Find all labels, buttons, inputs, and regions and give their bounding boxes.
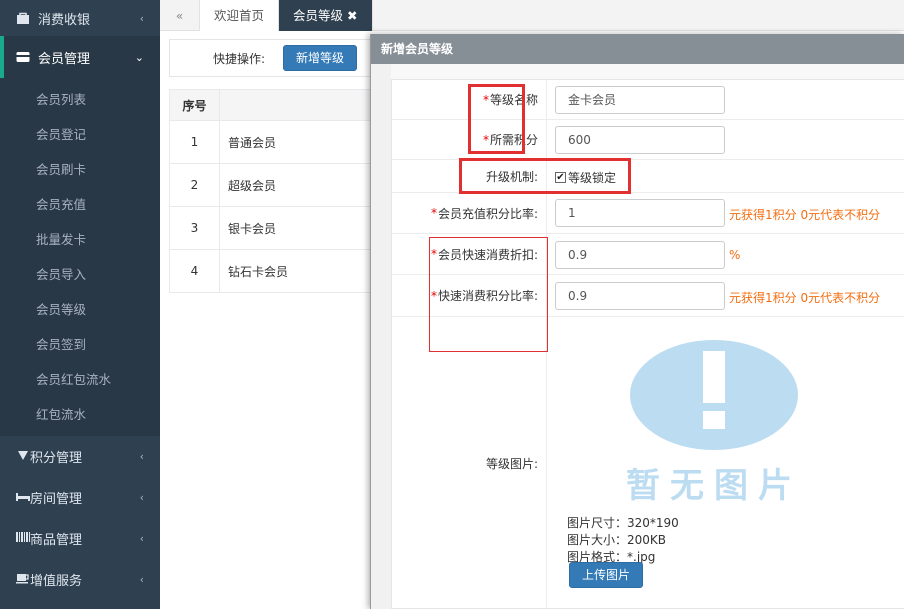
submenu-item-member-checkin[interactable]: 会员签到 [0, 327, 160, 362]
dialog-gutter [371, 64, 391, 609]
tab-label: 会员等级 [293, 8, 344, 23]
table-row[interactable]: 3 银卡会员 [169, 206, 399, 250]
bed-icon [16, 490, 30, 506]
nav-item-label: 商品管理 [30, 533, 83, 548]
coffee-icon [16, 572, 30, 588]
nav-item-value-added[interactable]: 增值服务 ‹ [0, 559, 160, 600]
form-row-image: 等级图片: 暂无图片 图片尺寸：320*190 图片大小：200KB 图片格式：… [392, 317, 904, 609]
chevron-left-icon: ‹ [139, 491, 144, 504]
form-row-recharge-ratio: * 会员充值积分比率: 1 元获得1积分 0元代表不积分 [392, 193, 904, 234]
consume-ratio-input[interactable]: 0.9 [555, 282, 725, 310]
table-row[interactable]: 2 超级会员 [169, 163, 399, 207]
column-header-no: 序号 [169, 89, 220, 121]
row-no: 3 [169, 206, 220, 250]
highlight-box [459, 158, 631, 194]
row-no: 2 [169, 163, 220, 207]
dialog-body: * 等级名称 金卡会员 * 所需积分 600 升级机制: ✔ 等级锁定 * 会员… [371, 64, 904, 609]
submenu-item-member-recharge[interactable]: 会员充值 [0, 187, 160, 222]
member-submenu: 会员列表 会员登记 会员刷卡 会员充值 批量发卡 会员导入 会员等级 会员签到 … [0, 78, 160, 436]
image-label: 等级图片: [392, 317, 547, 609]
exclamation-icon: 暂无图片 [626, 340, 802, 506]
discount-input[interactable]: 0.9 [555, 241, 725, 269]
add-level-button[interactable]: 新增等级 [283, 45, 358, 71]
submenu-item-batch-issue[interactable]: 批量发卡 [0, 222, 160, 257]
placeholder-text: 暂无图片 [626, 466, 802, 506]
tab-scroll-left-icon[interactable]: « [160, 0, 200, 31]
submenu-item-member-redpacket[interactable]: 会员红包流水 [0, 362, 160, 397]
nav-item-member[interactable]: 会员管理 ⌄ [0, 36, 160, 78]
shopping-bag-icon [16, 12, 30, 24]
recharge-ratio-label: * 会员充值积分比率: [392, 193, 547, 233]
close-icon[interactable]: ✖ [347, 8, 357, 23]
row-no: 1 [169, 120, 220, 164]
nav-item-label: 会员管理 [38, 51, 91, 67]
quick-actions-bar: 快捷操作: 新增等级 [169, 39, 399, 77]
image-filesize-info: 图片大小：200KB [567, 533, 667, 547]
nav-item-label: 消费收银 [38, 12, 91, 28]
upload-image-button[interactable]: 上传图片 [569, 562, 644, 588]
nav-item-label: 房间管理 [30, 492, 83, 507]
nav-item-rooms[interactable]: 房间管理 ‹ [0, 477, 160, 518]
recharge-ratio-hint: 元获得1积分 0元代表不积分 [729, 208, 881, 222]
submenu-item-member-level[interactable]: 会员等级 [0, 292, 160, 327]
submenu-item-member-register[interactable]: 会员登记 [0, 117, 160, 152]
chevron-left-icon: ‹ [139, 11, 144, 25]
no-image-placeholder: 暂无图片 [555, 323, 873, 509]
label-text: 会员充值积分比率: [437, 206, 538, 221]
highlight-box [429, 237, 548, 352]
submenu-item-member-swipe[interactable]: 会员刷卡 [0, 152, 160, 187]
level-name-input[interactable]: 金卡会员 [555, 86, 725, 114]
nav-item-points[interactable]: 积分管理 ‹ [0, 436, 160, 477]
required-mark: * [430, 206, 437, 220]
chevron-left-icon: ‹ [139, 450, 144, 463]
chevron-down-icon: ⌄ [134, 50, 144, 64]
chevron-left-icon: ‹ [139, 532, 144, 545]
highlight-box [468, 84, 525, 154]
submenu-item-member-list[interactable]: 会员列表 [0, 82, 160, 117]
quick-actions-label: 快捷操作: [213, 51, 266, 66]
tab-home[interactable]: 欢迎首页 [200, 0, 280, 31]
table-row[interactable]: 4 钻石卡会员 [169, 249, 399, 293]
tab-bar: « 欢迎首页 会员等级 ✖ [160, 0, 904, 31]
submenu-item-redpacket-flow[interactable]: 红包流水 [0, 397, 160, 432]
barcode-icon [16, 531, 30, 547]
image-size-info: 图片尺寸：320*190 [567, 516, 679, 530]
consume-ratio-hint: 元获得1积分 0元代表不积分 [729, 291, 881, 305]
points-input[interactable]: 600 [555, 126, 725, 154]
add-level-dialog: 新增会员等级 * 等级名称 金卡会员 * 所需积分 600 升级机制: ✔ 等级… [370, 34, 904, 609]
level-form: * 等级名称 金卡会员 * 所需积分 600 升级机制: ✔ 等级锁定 * 会员… [391, 79, 904, 609]
sidebar: 消费收银 ‹ 会员管理 ⌄ 会员列表 会员登记 会员刷卡 会员充值 批量发卡 会… [0, 0, 160, 609]
nav-item-label: 积分管理 [30, 451, 83, 466]
tab-member-level[interactable]: 会员等级 ✖ [279, 0, 373, 31]
nav-item-consume[interactable]: 消费收银 ‹ [0, 0, 160, 36]
card-icon [16, 51, 30, 63]
row-no: 4 [169, 249, 220, 293]
table-row[interactable]: 1 普通会员 [169, 120, 399, 164]
dialog-title: 新增会员等级 [371, 34, 904, 64]
nav-item-label: 增值服务 [30, 574, 83, 589]
level-table: 序号 1 普通会员 2 超级会员 3 银卡会员 4 钻石卡会员 [169, 89, 399, 293]
submenu-item-member-import[interactable]: 会员导入 [0, 257, 160, 292]
recharge-ratio-input[interactable]: 1 [555, 199, 725, 227]
discount-unit: % [729, 248, 741, 262]
chevron-left-icon: ‹ [139, 573, 144, 586]
nav-item-goods[interactable]: 商品管理 ‹ [0, 518, 160, 559]
points-icon [16, 449, 30, 465]
table-header-row: 序号 [169, 89, 399, 121]
